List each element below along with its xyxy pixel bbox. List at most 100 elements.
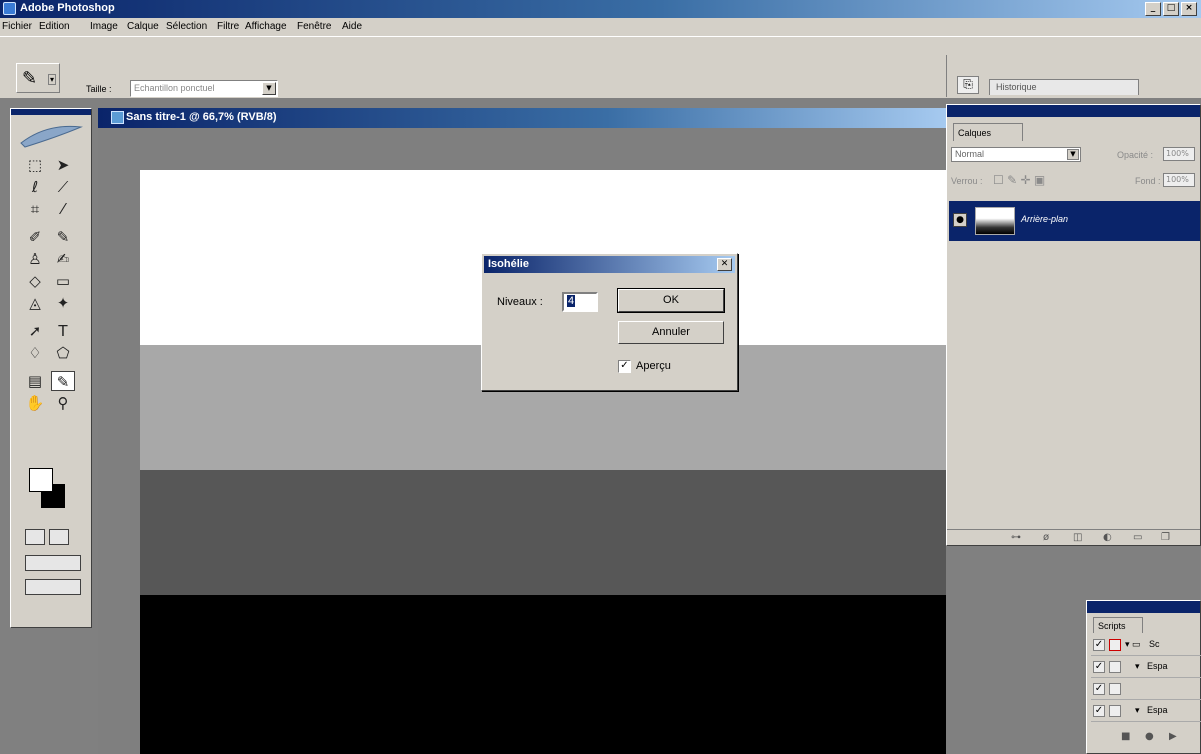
menu-edition[interactable]: Edition [39,21,70,32]
menu-filtre[interactable]: Filtre [217,21,239,32]
check-icon[interactable]: ✓ [1093,639,1105,651]
blend-mode-select[interactable]: Normal ▼ [951,147,1081,162]
menu-calque[interactable]: Calque [127,21,159,32]
new-layer-icon[interactable]: ❐ [1161,532,1170,543]
blend-mode-value: Normal [955,149,985,159]
minimize-button[interactable]: _ [1145,2,1161,16]
type-tool-icon[interactable]: T [51,321,75,341]
levels-label: Niveaux : [497,296,543,308]
move-tool-icon[interactable]: ➤ [51,155,75,175]
dialog-title-bar: Isohélie ✕ [484,256,735,273]
quick-mask-mode-icon[interactable] [49,529,69,545]
list-item[interactable]: ✓ ▾ Espa [1091,701,1201,722]
palette-well: ⎘ Historique [946,55,1201,97]
menu-image[interactable]: Image [90,21,118,32]
tool-preset-picker[interactable]: ✎ ▾ [16,63,60,93]
scripts-panel: Scripts ✓ ▾ ▭ Sc ✓ ▾ Espa ✓ ✓ ▾ Espa ■ ● [1086,600,1201,754]
check-icon[interactable]: ✓ [1093,705,1105,717]
dialog-toggle-icon[interactable] [1109,639,1121,651]
dialog-toggle-icon[interactable] [1109,705,1121,717]
dodge-tool-icon[interactable]: ✦ [51,293,75,313]
dropdown-arrow-icon: ▾ [47,74,56,85]
posterize-band-dark-gray [140,470,946,595]
posterize-band-black [140,595,946,754]
adjustment-icon[interactable]: ◐ [1103,532,1112,543]
stamp-tool-icon[interactable]: ♙ [23,249,47,269]
record-icon[interactable]: ● [1145,731,1154,742]
menu-affichage[interactable]: Affichage [245,21,287,32]
ok-button[interactable]: OK [617,288,725,313]
folder-icon[interactable]: ▭ [1133,532,1142,543]
screen-mode-icon[interactable] [25,555,81,571]
eraser-tool-icon[interactable]: ◇ [23,271,47,291]
list-item[interactable]: ✓ ▾ Espa [1091,657,1201,678]
layer-row[interactable]: ● Arrière-plan [949,201,1200,241]
eyedropper-tool-icon[interactable]: ✎ [51,371,75,391]
scripts-footer: ■ ● ▶ [1091,729,1201,747]
photoshop-app-icon [3,2,16,15]
menu-aide[interactable]: Aide [342,21,362,32]
blur-tool-icon[interactable]: ◬ [23,293,47,313]
close-button[interactable]: × [1181,2,1197,16]
color-swatches[interactable] [25,464,85,514]
dialog-title: Isohélie [488,258,529,270]
layers-panel: Calques Normal ▼ Opacité : 100% Verrou :… [946,104,1201,546]
jump-to-imageready-icon[interactable] [25,579,81,595]
sample-size-select[interactable]: Echantillon ponctuel ▼ [130,80,278,97]
check-icon[interactable]: ✓ [1093,683,1105,695]
maximize-button[interactable]: □ [1163,2,1179,16]
menu-selection[interactable]: Sélection [166,21,207,32]
opacity-field[interactable]: 100% [1163,147,1195,161]
mask-icon[interactable]: ◫ [1073,532,1082,543]
healing-brush-tool-icon[interactable]: ✐ [23,227,47,247]
lock-icons[interactable]: ☐ ✎ ✛ ▣ [993,173,1045,187]
link-icon[interactable]: ⊶ [1011,532,1021,543]
fill-field[interactable]: 100% [1163,173,1195,187]
dialog-toggle-icon[interactable] [1109,683,1121,695]
levels-input[interactable]: 4 [562,292,598,312]
script-label: Espa [1147,705,1168,715]
hand-tool-icon[interactable]: ✋ [23,393,47,413]
document-title: Sans titre-1 @ 66,7% (RVB/8) [126,111,277,123]
cancel-button[interactable]: Annuler [618,321,724,344]
list-item[interactable]: ✓ ▾ ▭ Sc [1091,635,1201,656]
marquee-tool-icon[interactable]: ⬚ [23,155,47,175]
toolbox-header [11,109,91,115]
chevron-down-icon: ▼ [262,82,276,95]
standard-mode-icon[interactable] [25,529,45,545]
menu-bar: Fichier Edition Image Calque Sélection F… [0,18,1201,36]
brush-tool-icon[interactable]: ✎ [51,227,75,247]
options-bar: ✎ ▾ Taille : Echantillon ponctuel ▼ ⎘ Hi… [0,36,1201,98]
play-icon[interactable]: ▶ [1169,731,1177,742]
magic-wand-tool-icon[interactable]: ⟋ [51,177,75,197]
pen-tool-icon[interactable]: ♢ [23,343,47,363]
layers-tab-label: Calques [958,128,992,138]
menu-fenetre[interactable]: Fenêtre [297,21,331,32]
dialog-toggle-icon[interactable] [1109,661,1121,673]
dialog-close-button[interactable]: ✕ [717,258,732,271]
menu-fichier[interactable]: Fichier [2,21,32,32]
gradient-tool-icon[interactable]: ▭ [51,271,75,291]
layers-panel-header [947,105,1200,117]
zoom-tool-icon[interactable]: ⚲ [51,393,75,413]
notes-tool-icon[interactable]: ▤ [23,371,47,391]
tab-historique[interactable]: Historique [989,79,1139,95]
shape-tool-icon[interactable]: ⬠ [51,343,75,363]
opacity-label: Opacité : [1117,150,1154,160]
tab-scripts[interactable]: Scripts [1093,617,1143,633]
eye-icon[interactable]: ● [953,213,967,227]
lasso-tool-icon[interactable]: ℓ [23,177,47,197]
script-set-label: Sc [1149,639,1160,649]
palette-well-icon[interactable]: ⎘ [957,76,979,94]
tab-calques[interactable]: Calques [953,123,1023,141]
layer-style-icon[interactable]: ø [1043,532,1049,543]
history-brush-tool-icon[interactable]: ✍ [51,249,75,269]
stop-icon[interactable]: ■ [1121,731,1130,742]
check-icon[interactable]: ✓ [1093,661,1105,673]
list-item[interactable]: ✓ [1091,679,1201,700]
foreground-color-swatch[interactable] [29,468,53,492]
slice-tool-icon[interactable]: ⁄ [51,199,75,219]
preview-checkbox[interactable]: ✓ [618,360,631,373]
path-selection-tool-icon[interactable]: ➚ [23,321,47,341]
crop-tool-icon[interactable]: ⌗ [23,199,47,219]
